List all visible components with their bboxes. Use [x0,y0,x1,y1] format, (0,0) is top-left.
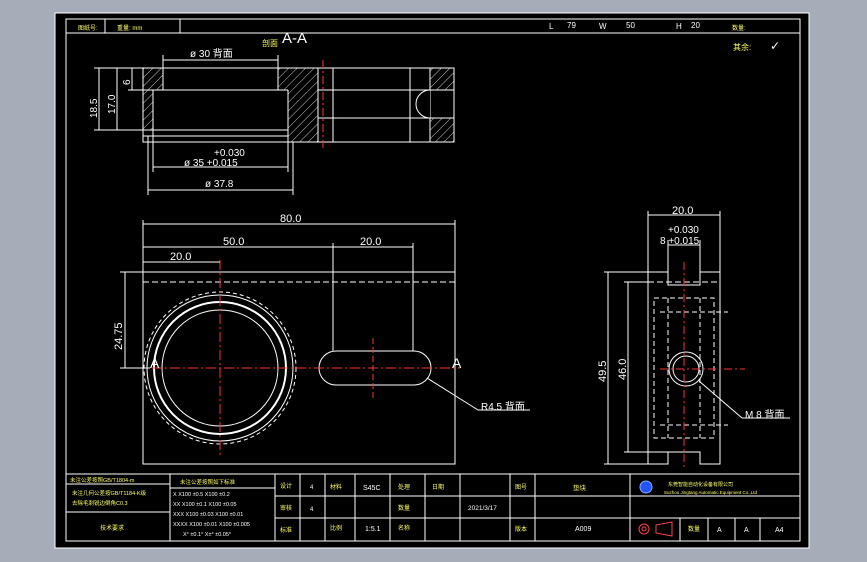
scale-value: 1:5.1 [365,526,381,533]
section-marker-left: A [150,355,160,371]
tolerance-row-2: XX X100 ±0.1 X100 ±0.05 [173,502,237,508]
dim-h2475: 24.75 [113,322,125,350]
company-logo-icon [639,480,653,494]
section-prefix: 剖面 [262,38,278,48]
material-value: S45C [363,485,381,492]
label-material: 材料 [330,483,342,491]
note-3: 去除毛刺锐边倒角C0.3 [72,499,128,507]
drawing-no-value: A009 [575,526,591,533]
part-name: 垫块 [573,483,587,492]
cad-drawing-canvas: 图纸号: 重量: mm L 79 W 50 H 20 数量: 剖面 A-A 其余… [54,12,810,549]
header-label-2: 重量: mm [117,24,142,32]
drawing-sheet [54,12,810,549]
dim-r45: R4.5 背面 [481,400,525,413]
surface-finish-label: 其余: [733,42,751,52]
header-width-value: 50 [626,21,635,30]
surface-finish-symbol: ✓ [770,39,780,53]
label-scale: 比例 [330,524,342,532]
dim-h46: 46.0 [617,359,629,380]
dim-m8: M 8 背面 [745,408,784,421]
header-length-label: L [549,22,554,31]
label-drawing-no: 图号 [515,484,527,491]
dim-w20-right: 20.0 [360,236,381,248]
label-sheet: 数量 [688,525,700,533]
header-height-value: 20 [691,21,700,30]
dim-w80: 80.0 [280,213,301,225]
section-marker-right: A [452,355,462,371]
label-date: 日期 [432,483,444,491]
label-revision: 版本 [515,525,527,533]
label-process: 处理 [398,483,410,491]
tolerance-title: 未注公差按照如下标准 [180,478,236,486]
dim-side-tol: +0.030 [668,225,699,236]
header-length-value: 79 [567,21,576,30]
dim-d378: ø 37.8 [205,179,234,190]
dim-side-w20: 20.0 [672,205,693,217]
dim-h495: 49.5 [597,361,609,382]
tolerance-row-3: XXX X100 ±0.03 X100 ±0.01 [173,512,243,518]
dim-h17: 17.0 [107,94,118,114]
tolerance-row-4: XXXX X100 ±0.01 X100 ±0.005 [173,522,250,528]
sheet-value: A [717,527,722,534]
date-value: 2021/3/17 [468,505,497,512]
label-design: 设计 [280,482,292,490]
size-value: A4 [775,527,784,534]
dim-d30: ø 30 背面 [190,47,233,60]
note-2: 未注几何公差按GB/T1184-K级 [72,489,147,497]
section-hatch-mid-top [278,68,318,90]
header-width-label: W [599,22,607,31]
tolerance-row-5: X° ±0.1° X±° ±0.05° [183,532,231,538]
header-height-label: H [676,22,682,31]
label-review: 审核 [280,504,292,512]
header-label-1: 图纸号: [78,24,98,32]
header-qty-label: 数量: [732,24,746,32]
label-name: 名称 [398,524,410,532]
section-hatch-left-top [143,68,163,90]
dim-side-w8: 8 +0.015 [660,236,700,247]
section-title: A-A [282,30,307,47]
note-1: 未注公差按照GB/T1804-m [70,476,135,484]
revision-value: A [744,527,749,534]
dim-w50: 50.0 [223,236,244,248]
section-hatch-right-bottom [430,118,454,142]
note-title: 技术要求 [100,524,124,532]
label-qty: 数量 [398,504,410,512]
dim-h185: 18.5 [89,98,100,118]
section-hatch-right-top [430,68,454,90]
section-hatch-mid [288,90,318,142]
tolerance-row-1: X X100 ±0.5 X100 ±0.2 [173,492,230,498]
dim-w20-left: 20.0 [170,251,191,263]
company-name: 东莞智能自动化设备有限公司 [668,481,733,488]
dim-d35: ø 35 +0.015 [184,158,238,169]
section-hatch-left [143,90,153,130]
label-standard: 标准 [280,526,292,534]
company-name-en: Suzhou Jingtang Automatic Equipment Co.,… [664,490,758,495]
dim-h6: 6 [122,79,133,85]
